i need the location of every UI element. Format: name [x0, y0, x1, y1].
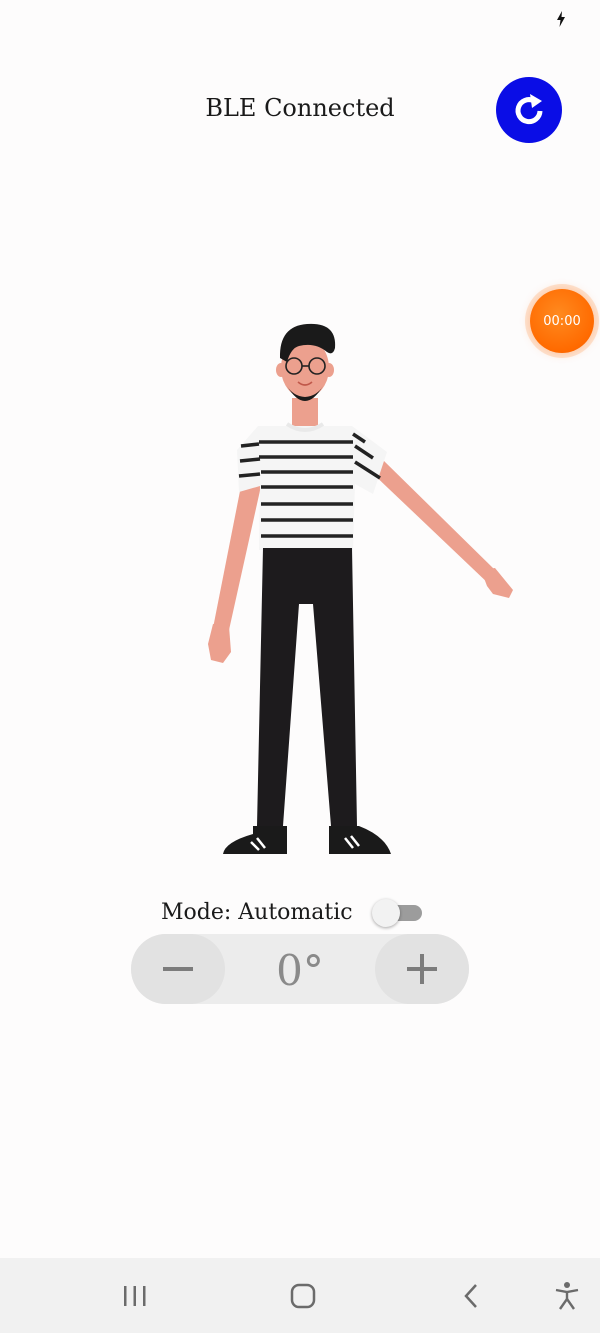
page-title: BLE Connected — [205, 94, 395, 122]
back-button[interactable] — [453, 1280, 489, 1312]
charging-bolt-icon — [557, 11, 565, 27]
refresh-icon — [515, 94, 543, 125]
timer-label: 00:00 — [543, 313, 581, 329]
standing-person-illustration — [208, 323, 513, 854]
home-icon — [290, 1283, 316, 1309]
angle-value: 0° — [276, 946, 324, 995]
angle-stepper: 0° — [131, 934, 469, 1004]
recents-button[interactable] — [117, 1280, 153, 1312]
decrement-button[interactable] — [131, 934, 225, 1004]
minus-icon — [163, 967, 193, 971]
increment-button[interactable] — [375, 934, 469, 1004]
navigation-bar — [0, 1258, 600, 1333]
mode-row: Mode: Automatic — [150, 893, 450, 933]
mode-toggle[interactable] — [372, 899, 424, 927]
accessibility-icon — [555, 1282, 579, 1310]
refresh-button[interactable] — [496, 77, 562, 143]
back-icon — [464, 1284, 477, 1308]
toggle-thumb — [372, 899, 400, 927]
accessibility-button[interactable] — [549, 1280, 585, 1312]
home-button[interactable] — [285, 1280, 321, 1312]
mode-label: Mode: Automatic — [161, 900, 353, 925]
timer-button[interactable]: 00:00 — [530, 289, 594, 353]
plus-icon — [407, 954, 437, 984]
recents-icon — [124, 1286, 146, 1306]
status-bar — [0, 0, 600, 40]
